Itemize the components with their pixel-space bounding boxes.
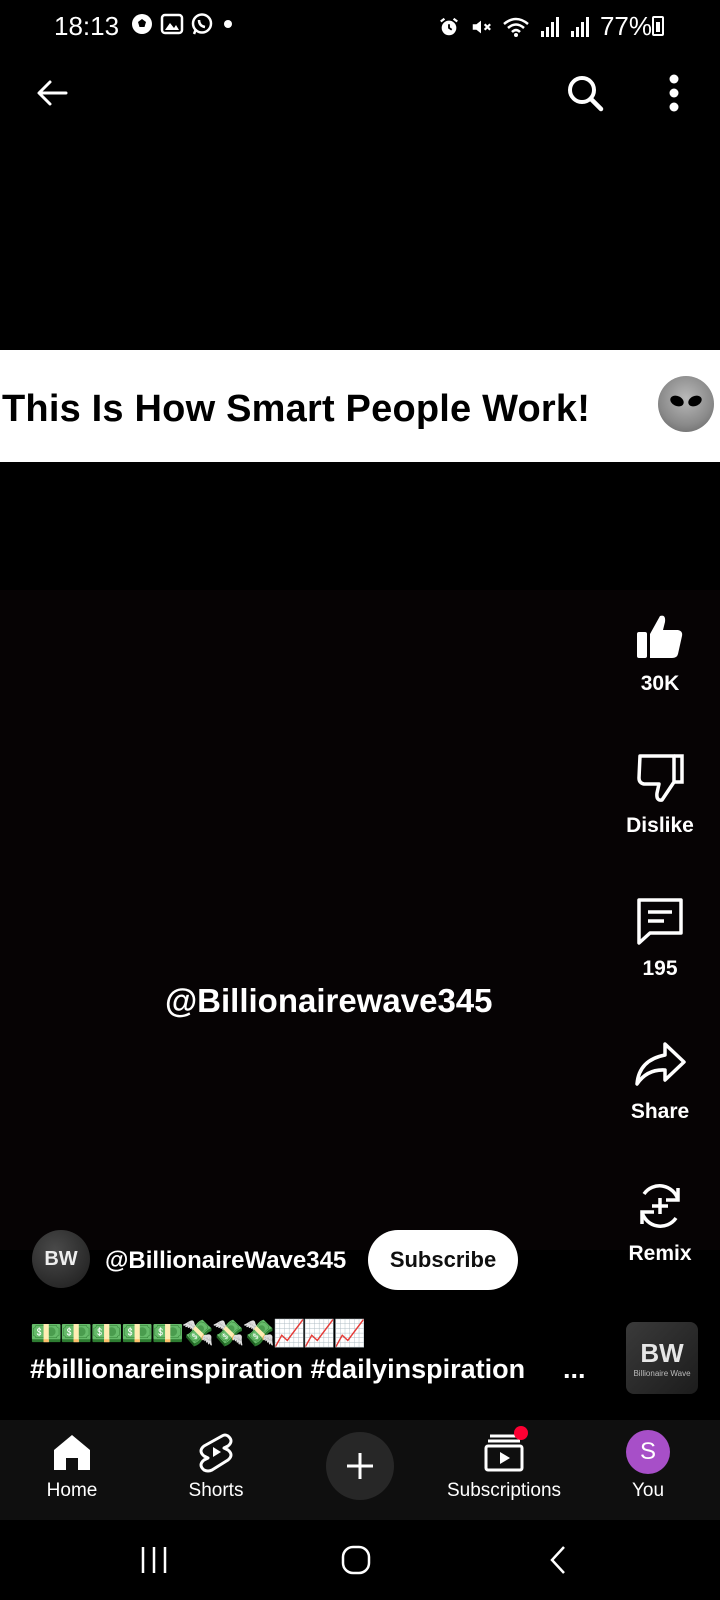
recent-apps-icon — [141, 1547, 167, 1573]
status-system-icons: 77% — [438, 11, 652, 42]
system-navigation-bar — [0, 1520, 720, 1600]
more-vertical-icon — [669, 74, 679, 112]
top-app-bar — [0, 60, 720, 130]
arrow-left-icon — [37, 80, 68, 106]
description-hashtags[interactable]: #billionareinspiration #dailyinspiration — [30, 1354, 525, 1385]
back-system-button[interactable] — [528, 1538, 588, 1582]
video-watermark: @Billionairewave345 — [165, 982, 493, 1019]
search-icon — [568, 76, 604, 112]
nav-you[interactable]: S You — [578, 1430, 718, 1502]
back-button[interactable] — [22, 63, 82, 123]
share-icon — [635, 1042, 686, 1086]
more-options-button[interactable] — [644, 63, 704, 123]
home-icon — [54, 1435, 90, 1470]
shorts-icon — [199, 1433, 233, 1473]
comment-icon — [637, 898, 683, 945]
like-button[interactable]: 30K — [610, 610, 710, 696]
comment-count: 195 — [642, 957, 678, 980]
video-title-banner: This Is How Smart People Work! — [0, 350, 720, 462]
dot-icon — [224, 20, 232, 28]
remix-icon — [640, 1184, 680, 1228]
home-system-button[interactable] — [326, 1538, 386, 1582]
nav-shorts-label: Shorts — [188, 1480, 244, 1501]
remix-button[interactable]: Remix — [610, 1180, 710, 1266]
channel-handle[interactable]: @BillionaireWave345 — [105, 1247, 346, 1275]
channel-avatar-logo: BW — [44, 1247, 78, 1270]
recent-apps-button[interactable] — [124, 1538, 184, 1582]
alarm-icon — [440, 17, 458, 35]
alien-emoji-icon — [658, 376, 714, 432]
sound-thumb-caption: Billionaire Wave — [633, 1369, 691, 1378]
video-title: This Is How Smart People Work! — [2, 388, 591, 430]
signal-icon — [570, 16, 589, 37]
comments-button[interactable]: 195 — [610, 895, 710, 981]
mute-icon — [472, 20, 491, 33]
share-label: Share — [630, 1100, 690, 1123]
wifi-icon — [503, 17, 529, 37]
subscribe-button[interactable]: Subscribe — [368, 1230, 518, 1290]
sound-thumbnail[interactable]: BW Billionaire Wave — [626, 1322, 698, 1394]
thumbs-down-icon — [637, 754, 684, 802]
status-bar: 18:13 77% — [0, 0, 720, 52]
nav-shorts[interactable]: Shorts — [146, 1430, 286, 1502]
battery-percentage: 77% — [599, 11, 652, 41]
channel-avatar[interactable]: BW — [32, 1230, 90, 1288]
bottom-navigation: Home Shorts Subscriptions S You — [0, 1420, 720, 1520]
you-avatar: S — [626, 1430, 670, 1474]
status-time: 18:13 — [54, 11, 120, 41]
sound-thumb-logo: BW — [640, 1338, 684, 1368]
notification-dot — [514, 1426, 528, 1440]
dislike-label: Dislike — [626, 814, 694, 837]
description-more[interactable]: ... — [563, 1354, 586, 1385]
search-button[interactable] — [555, 63, 615, 123]
create-button[interactable] — [326, 1432, 394, 1500]
gallery-icon — [160, 13, 184, 35]
battery-icon — [652, 16, 664, 36]
nav-you-label: You — [631, 1480, 665, 1501]
nav-subscriptions[interactable]: Subscriptions — [434, 1426, 574, 1502]
whatsapp-icon — [191, 13, 213, 35]
like-count: 30K — [640, 672, 680, 695]
soccer-ball-icon — [132, 14, 152, 34]
home-circle-icon — [341, 1545, 371, 1575]
chevron-left-icon — [550, 1546, 565, 1574]
signal-icon — [540, 16, 559, 37]
subscriptions-icon-wrap — [482, 1426, 528, 1474]
description-emojis: 💵💵💵💵💵💸💸💸📈📈📈 — [30, 1318, 366, 1348]
status-notification-icons — [130, 12, 236, 36]
remix-label: Remix — [628, 1242, 692, 1265]
plus-icon — [347, 1453, 373, 1479]
share-button[interactable]: Share — [610, 1038, 710, 1124]
dislike-button[interactable]: Dislike — [610, 752, 710, 838]
thumbs-up-icon — [637, 615, 683, 658]
nav-home-label: Home — [46, 1480, 98, 1501]
nav-home[interactable]: Home — [2, 1430, 142, 1502]
nav-subscriptions-label: Subscriptions — [446, 1480, 562, 1501]
